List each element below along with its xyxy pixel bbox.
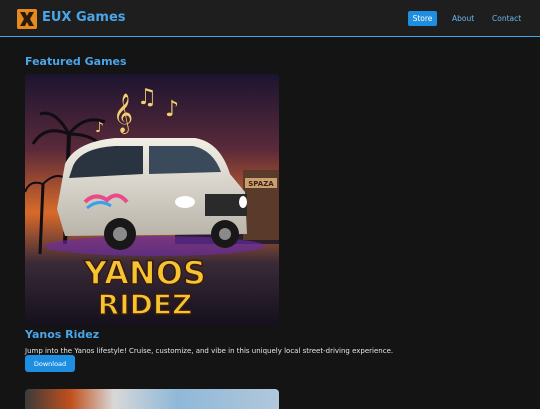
shop-sign: SPAZA bbox=[248, 180, 274, 188]
game-description: Jump into the Yanos lifestyle! Cruise, c… bbox=[25, 347, 394, 355]
cover-title-line1: YANOS bbox=[83, 254, 206, 292]
top-navbar: EUX Games Store About Contact bbox=[0, 0, 540, 37]
next-game-cover-image[interactable] bbox=[25, 389, 279, 409]
svg-text:♪: ♪ bbox=[165, 97, 179, 122]
svg-text:♪: ♪ bbox=[95, 120, 104, 136]
svg-text:♫: ♫ bbox=[137, 85, 157, 110]
nav-store-button[interactable]: Store bbox=[408, 11, 437, 26]
brand-name[interactable]: EUX Games bbox=[42, 10, 126, 25]
nav-contact-link[interactable]: Contact bbox=[492, 14, 521, 23]
game-title[interactable]: Yanos Ridez bbox=[25, 328, 99, 341]
download-button[interactable]: Download bbox=[25, 355, 75, 372]
cover-title-line2: RIDEZ bbox=[98, 288, 193, 321]
logo-icon[interactable] bbox=[17, 9, 37, 29]
nav-about-link[interactable]: About bbox=[452, 14, 474, 23]
game-cover-image[interactable]: SPAZA ♪ 𝄞 ♫ ♪ YANOS RIDEZ bbox=[25, 74, 279, 326]
svg-text:𝄞: 𝄞 bbox=[113, 93, 133, 134]
section-title: Featured Games bbox=[25, 55, 127, 68]
